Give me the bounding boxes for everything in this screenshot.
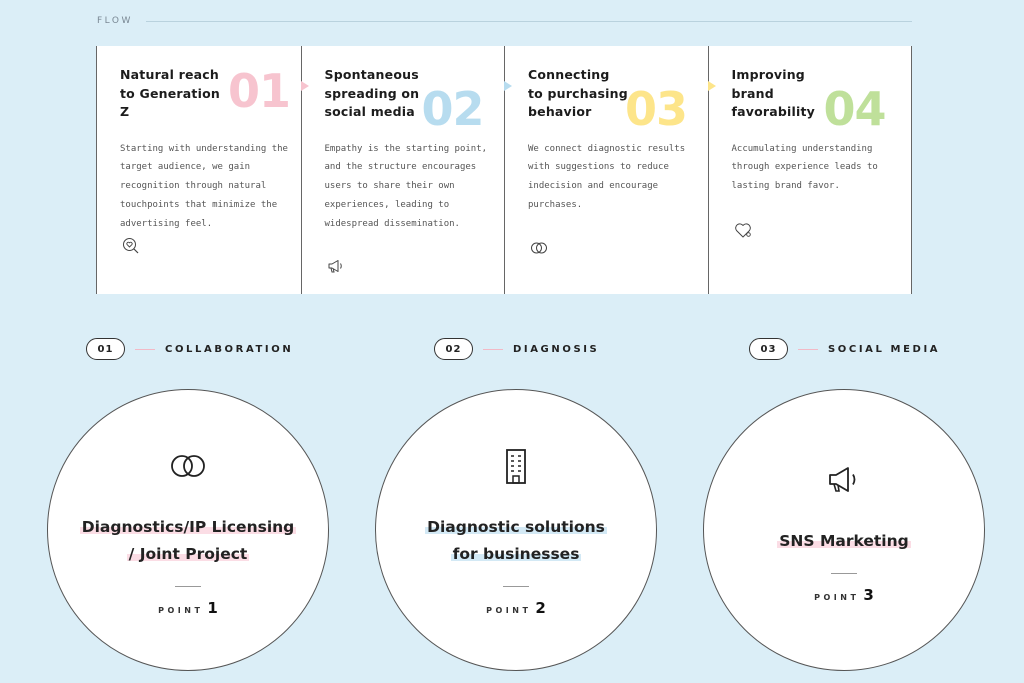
section-name: COLLABORATION bbox=[165, 343, 294, 355]
search-heart-icon bbox=[123, 238, 139, 254]
building-icon bbox=[506, 449, 526, 484]
flow-divider bbox=[146, 21, 912, 22]
flow-card-description: Empathy is the starting point, and the s… bbox=[324, 143, 488, 229]
point-divider bbox=[503, 586, 529, 587]
flow-card-description: We connect diagnostic results with sugge… bbox=[528, 143, 686, 210]
flow-card-number: 03 bbox=[625, 82, 688, 136]
section-name: DIAGNOSIS bbox=[513, 343, 600, 355]
flow-card-1: Natural reach to Generation Z 01 Startin… bbox=[97, 46, 301, 294]
point-divider bbox=[831, 573, 857, 574]
flow-card-number: 01 bbox=[228, 64, 291, 118]
point-circle-3: SNS Marketing POINT 3 bbox=[703, 389, 985, 671]
point-circle-1: Diagnostics/IP Licensing / Joint Project… bbox=[47, 389, 329, 671]
section-number-pill: 01 bbox=[86, 338, 125, 360]
flow-arrow bbox=[504, 81, 512, 91]
point-title-line: Diagnostic solutions bbox=[425, 518, 607, 536]
flow-card-description: Starting with understanding the target a… bbox=[120, 143, 288, 229]
point-word: POINT bbox=[486, 606, 532, 615]
heart-icon bbox=[734, 223, 751, 238]
section-number-pill: 03 bbox=[749, 338, 788, 360]
flow-card-3: Connecting to purchasing behavior 03 We … bbox=[504, 46, 708, 294]
linked-rings-icon bbox=[531, 242, 547, 254]
section-dash bbox=[483, 348, 503, 350]
section-name: SOCIAL MEDIA bbox=[828, 343, 941, 355]
point-label: POINT 2 bbox=[376, 599, 656, 617]
point-title: Diagnostics/IP Licensing / Joint Project bbox=[48, 514, 328, 568]
flow-card-title: Connecting to purchasing behavior bbox=[528, 67, 628, 119]
point-title: Diagnostic solutions for businesses bbox=[376, 514, 656, 568]
point-title-line: for businesses bbox=[450, 545, 582, 563]
flow-card-title: Natural reach to Generation Z bbox=[120, 67, 220, 119]
point-title-line: Diagnostics/IP Licensing bbox=[79, 518, 297, 536]
section-label-social-media: 03 SOCIAL MEDIA bbox=[749, 338, 940, 360]
flow-cards: Natural reach to Generation Z 01 Startin… bbox=[96, 46, 912, 294]
point-label: POINT 1 bbox=[48, 599, 328, 617]
point-word: POINT bbox=[158, 606, 204, 615]
megaphone-icon bbox=[328, 260, 342, 273]
point-number: 3 bbox=[863, 586, 874, 604]
point-title-line: SNS Marketing bbox=[777, 532, 911, 550]
megaphone-icon bbox=[829, 467, 856, 492]
section-dash bbox=[135, 348, 155, 350]
flow-card-description: Accumulating understanding through exper… bbox=[731, 143, 878, 192]
flow-label: FLOW bbox=[97, 16, 133, 26]
point-number: 2 bbox=[535, 599, 546, 617]
point-word: POINT bbox=[814, 593, 860, 602]
point-label: POINT 3 bbox=[704, 586, 984, 604]
flow-arrow bbox=[300, 81, 309, 91]
point-divider bbox=[175, 586, 201, 587]
point-circle-2: Diagnostic solutions for businesses POIN… bbox=[375, 389, 657, 671]
point-number: 1 bbox=[207, 599, 218, 617]
flow-card-number: 02 bbox=[421, 82, 485, 136]
point-title: SNS Marketing bbox=[704, 528, 984, 555]
section-label-collaboration: 01 COLLABORATION bbox=[86, 338, 293, 360]
flow-card-2: Spontaneous spreading on social media 02… bbox=[300, 46, 505, 294]
section-number-pill: 02 bbox=[434, 338, 473, 360]
flow-card-number: 04 bbox=[823, 82, 887, 136]
flow-card-title: Spontaneous spreading on social media bbox=[324, 67, 420, 119]
point-title-line: / Joint Project bbox=[126, 545, 250, 563]
section-dash bbox=[798, 348, 818, 350]
flow-arrow bbox=[707, 81, 716, 91]
flow-card-4: Improving brand favorability 04 Accumula… bbox=[707, 46, 912, 294]
linked-rings-icon bbox=[171, 455, 205, 477]
section-label-diagnosis: 02 DIAGNOSIS bbox=[434, 338, 599, 360]
